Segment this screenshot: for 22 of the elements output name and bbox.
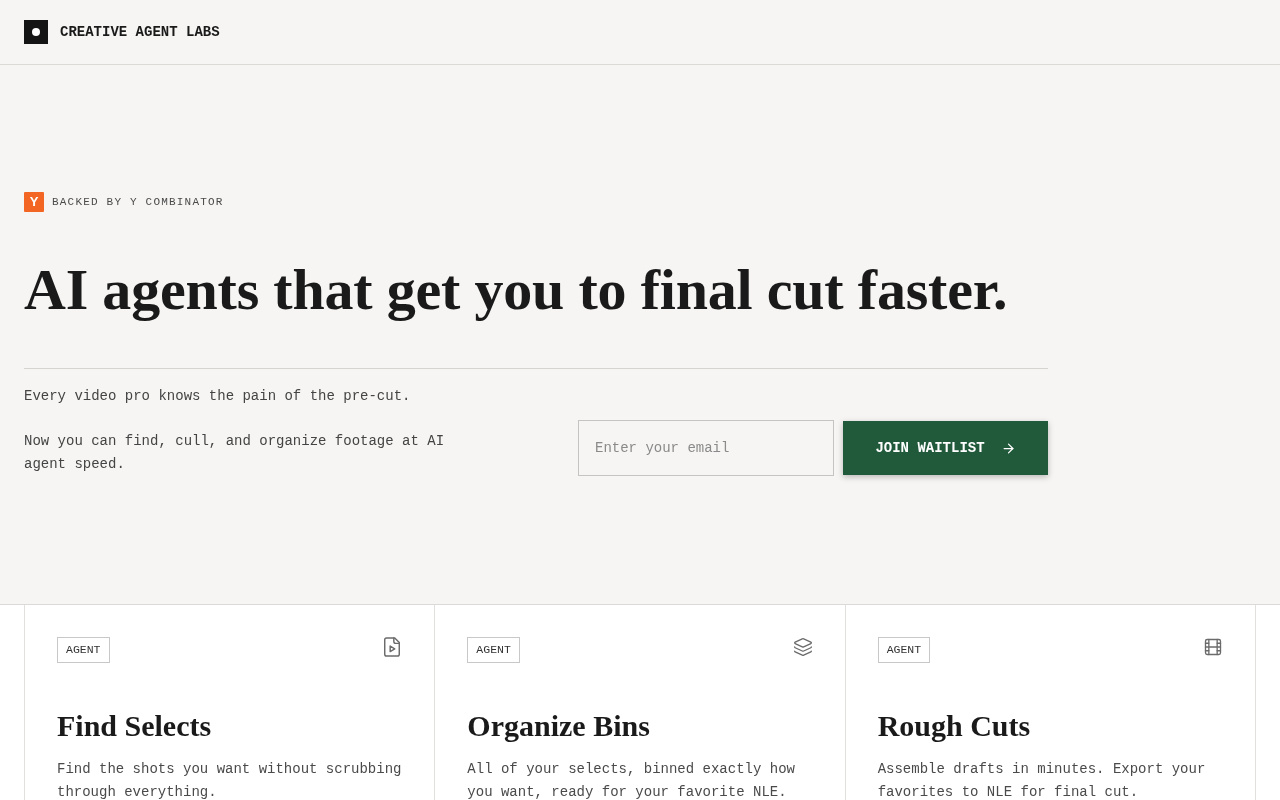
- card-description: All of your selects, binned exactly how you want, ready for your favorite NLE.: [467, 760, 796, 800]
- card-description: Assemble drafts in minutes. Export your favorites to NLE for final cut.: [877, 760, 1207, 800]
- intro-paragraph: Every video pro knows the pain of the pre-cut.: [24, 387, 412, 406]
- headline: AI agents that get you to final cut faster.: [24, 258, 1009, 322]
- agent-tag: AGENT: [877, 637, 931, 663]
- layers-icon: [792, 637, 813, 657]
- card-title: Rough Cuts: [877, 708, 1032, 744]
- join-waitlist-button[interactable]: JOIN WAITLIST: [843, 421, 1048, 475]
- logo-icon: [24, 20, 48, 44]
- letter-logo: Y: [24, 192, 44, 212]
- card-description: Find the shots you want without scrubbing through everything.: [57, 760, 403, 800]
- film-icon: [1203, 637, 1223, 657]
- intro-paragraph: Now you can find, cull, and organize footage at AI agent speed.: [24, 432, 446, 474]
- backed-by-label: BACKED BY Y COMBINATOR: [52, 194, 224, 210]
- arrow-right-icon: [1000, 440, 1016, 456]
- email-field[interactable]: Enter your email: [578, 420, 834, 476]
- agent-tag: AGENT: [467, 637, 520, 663]
- file-play-icon: [382, 637, 403, 657]
- card-title: Find Selects: [57, 708, 213, 744]
- card-title: Organize Bins: [467, 708, 651, 744]
- agent-tag: AGENT: [57, 637, 110, 663]
- brand-name: CREATIVE AGENT LABS: [60, 25, 220, 39]
